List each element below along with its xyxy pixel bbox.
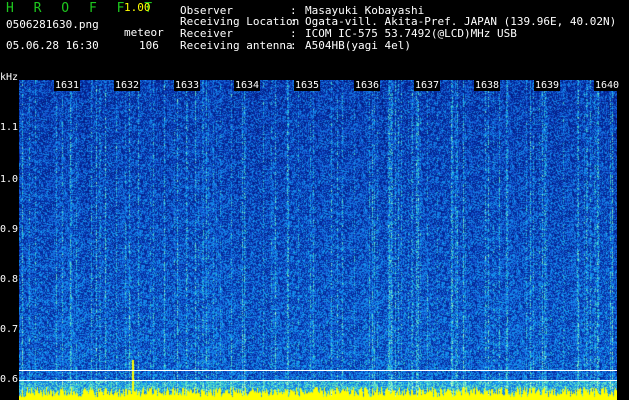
meteor-count: 106 (139, 39, 159, 52)
app-version: 1.00 (124, 1, 151, 14)
y-axis-label: 1.0 (0, 174, 19, 185)
meteor-label: meteor (124, 26, 164, 39)
time-tick: 1637 (414, 80, 441, 91)
reference-line (19, 370, 617, 371)
info-label-antenna: Receiving antenna (180, 39, 293, 52)
y-axis: 1.1 1.0 0.9 0.8 0.7 0.6 (0, 80, 19, 400)
datetime: 05.06.28 16:30 (6, 39, 99, 52)
time-tick: 1633 (174, 80, 201, 91)
time-tick: 1635 (294, 80, 321, 91)
y-axis-label: 0.6 (0, 374, 19, 385)
y-axis-label: 0.9 (0, 224, 19, 235)
time-tick: 1634 (234, 80, 261, 91)
header-panel: H R O F F T 1.00 0506281630.png meteor 0… (0, 0, 629, 80)
time-tick: 1631 (54, 80, 81, 91)
time-tick: 1638 (474, 80, 501, 91)
info-value-antenna: A504HB(yagi 4el) (305, 39, 411, 52)
filename: 0506281630.png (6, 18, 99, 31)
time-tick: 1640 (594, 80, 621, 91)
time-tick: 1632 (114, 80, 141, 91)
y-axis-label: 0.8 (0, 274, 19, 285)
time-tick: 1636 (354, 80, 381, 91)
time-tick: 1639 (534, 80, 561, 91)
y-axis-label: 1.1 (0, 122, 19, 133)
y-axis-label: 0.7 (0, 324, 19, 335)
reference-line (19, 380, 617, 381)
spectrogram (19, 80, 617, 400)
